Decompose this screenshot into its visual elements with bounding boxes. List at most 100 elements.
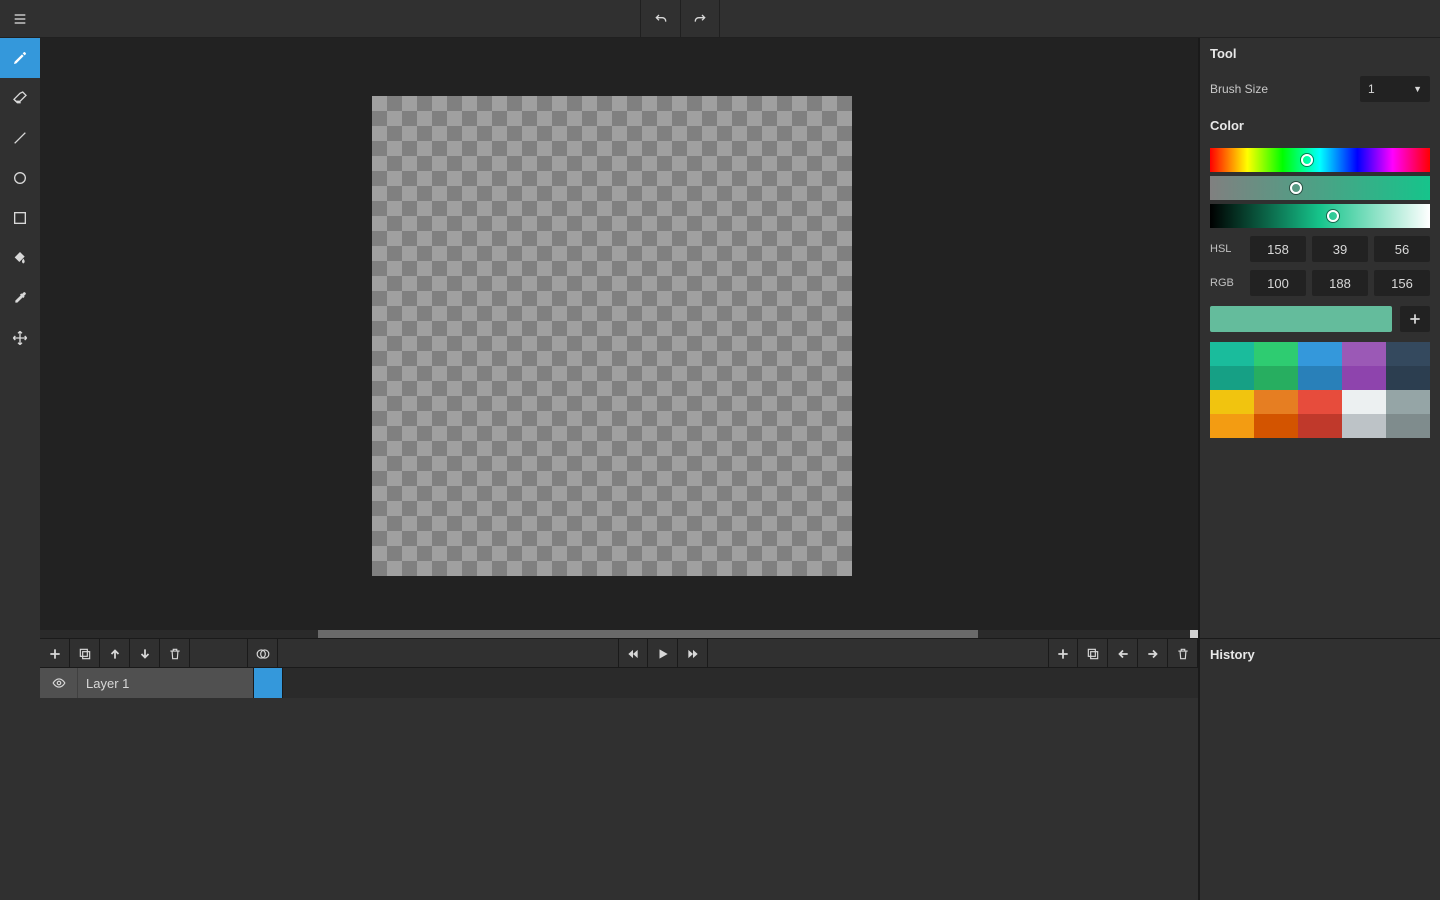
palette-swatch-2[interactable] xyxy=(1298,342,1342,366)
current-color-swatch xyxy=(1210,306,1392,332)
palette-swatch-19[interactable] xyxy=(1386,414,1430,438)
hue-slider-handle[interactable] xyxy=(1301,154,1313,166)
move-layer-down-button[interactable] xyxy=(130,639,160,669)
palette-swatch-13[interactable] xyxy=(1342,390,1386,414)
palette-swatch-8[interactable] xyxy=(1342,366,1386,390)
canvas-horizontal-scrollbar[interactable] xyxy=(40,628,1200,638)
menu-button[interactable] xyxy=(0,0,40,37)
lightness-slider[interactable] xyxy=(1210,204,1430,228)
skip-back-icon xyxy=(626,647,640,661)
rgb-b-input[interactable]: 156 xyxy=(1374,270,1430,296)
duplicate-frame-button[interactable] xyxy=(1078,639,1108,669)
canvas-viewport[interactable] xyxy=(40,38,1200,628)
move-icon xyxy=(12,330,28,346)
tool-fill-bucket[interactable] xyxy=(0,238,40,278)
eyedropper-icon xyxy=(12,290,28,306)
layer-name[interactable]: Layer 1 xyxy=(78,668,253,698)
play-icon xyxy=(656,647,670,661)
tool-line[interactable] xyxy=(0,118,40,158)
eye-icon xyxy=(52,676,66,690)
hsl-h-input[interactable]: 158 xyxy=(1250,236,1306,262)
frame-cell-selected[interactable] xyxy=(253,668,283,698)
palette-swatch-0[interactable] xyxy=(1210,342,1254,366)
tool-rectangle[interactable] xyxy=(0,198,40,238)
layer-row[interactable]: Layer 1 xyxy=(40,668,1198,698)
palette-swatch-5[interactable] xyxy=(1210,366,1254,390)
palette-swatch-17[interactable] xyxy=(1298,414,1342,438)
palette-swatch-16[interactable] xyxy=(1254,414,1298,438)
tool-sidebar xyxy=(0,38,40,900)
history-panel: History xyxy=(1200,638,1440,900)
copy-icon xyxy=(1086,647,1100,661)
undo-button[interactable] xyxy=(640,0,680,37)
rgb-g-input[interactable]: 188 xyxy=(1312,270,1368,296)
plus-icon xyxy=(1056,647,1070,661)
palette-swatch-7[interactable] xyxy=(1298,366,1342,390)
chevron-down-icon: ▼ xyxy=(1413,84,1422,94)
menu-icon xyxy=(12,11,28,27)
palette-swatch-12[interactable] xyxy=(1298,390,1342,414)
tool-eraser[interactable] xyxy=(0,78,40,118)
move-layer-up-button[interactable] xyxy=(100,639,130,669)
lightness-slider-handle[interactable] xyxy=(1327,210,1339,222)
palette-swatch-11[interactable] xyxy=(1254,390,1298,414)
duplicate-layer-button[interactable] xyxy=(70,639,100,669)
canvas-checkerboard[interactable] xyxy=(372,96,852,576)
tool-pencil[interactable] xyxy=(0,38,40,78)
palette-swatch-15[interactable] xyxy=(1210,414,1254,438)
circle-icon xyxy=(12,170,28,186)
hsl-l-input[interactable]: 56 xyxy=(1374,236,1430,262)
timeline-toolbar xyxy=(40,638,1200,668)
brush-size-value: 1 xyxy=(1368,82,1375,96)
hsl-s-input[interactable]: 39 xyxy=(1312,236,1368,262)
tool-move[interactable] xyxy=(0,318,40,358)
skip-back-button[interactable] xyxy=(618,639,648,669)
onion-skin-icon xyxy=(256,647,270,661)
topbar-spacer xyxy=(40,0,640,37)
move-frame-left-button[interactable] xyxy=(1108,639,1138,669)
right-panel: Tool Brush Size 1 ▼ Color HSL 158 39 xyxy=(1200,38,1440,638)
move-frame-right-button[interactable] xyxy=(1138,639,1168,669)
palette-swatch-6[interactable] xyxy=(1254,366,1298,390)
hscroll-thumb[interactable] xyxy=(318,630,978,638)
delete-frame-button[interactable] xyxy=(1168,639,1198,669)
palette-swatch-10[interactable] xyxy=(1210,390,1254,414)
layer-visibility-toggle[interactable] xyxy=(40,668,78,698)
timeline-spacer-2 xyxy=(708,639,1048,667)
hsl-label: HSL xyxy=(1210,243,1244,255)
tool-section-title: Tool xyxy=(1200,38,1440,68)
palette-swatch-4[interactable] xyxy=(1386,342,1430,366)
redo-icon xyxy=(692,11,708,27)
palette-swatch-9[interactable] xyxy=(1386,366,1430,390)
arrow-right-icon xyxy=(1146,647,1160,661)
play-button[interactable] xyxy=(648,639,678,669)
timeline-panel: Layer 1 xyxy=(40,668,1200,900)
delete-layer-button[interactable] xyxy=(160,639,190,669)
hue-slider[interactable] xyxy=(1210,148,1430,172)
add-frame-button[interactable] xyxy=(1048,639,1078,669)
pencil-icon xyxy=(12,50,28,66)
saturation-slider-handle[interactable] xyxy=(1290,182,1302,194)
trash-icon xyxy=(1176,647,1190,661)
onion-skin-button[interactable] xyxy=(248,639,278,669)
add-layer-button[interactable] xyxy=(40,639,70,669)
palette-swatch-14[interactable] xyxy=(1386,390,1430,414)
add-to-palette-button[interactable] xyxy=(1400,306,1430,332)
rgb-r-input[interactable]: 100 xyxy=(1250,270,1306,296)
tool-eyedropper[interactable] xyxy=(0,278,40,318)
line-icon xyxy=(12,130,28,146)
tool-circle[interactable] xyxy=(0,158,40,198)
color-palette xyxy=(1210,342,1430,438)
brush-size-select[interactable]: 1 ▼ xyxy=(1360,76,1430,102)
plus-icon xyxy=(1408,312,1422,326)
palette-swatch-3[interactable] xyxy=(1342,342,1386,366)
arrow-up-icon xyxy=(108,647,122,661)
skip-forward-button[interactable] xyxy=(678,639,708,669)
redo-button[interactable] xyxy=(680,0,720,37)
timeline-spacer-1 xyxy=(278,639,618,667)
palette-swatch-1[interactable] xyxy=(1254,342,1298,366)
palette-swatch-18[interactable] xyxy=(1342,414,1386,438)
copy-icon xyxy=(78,647,92,661)
saturation-slider[interactable] xyxy=(1210,176,1430,200)
layer-toolbar-spacer xyxy=(190,639,248,667)
